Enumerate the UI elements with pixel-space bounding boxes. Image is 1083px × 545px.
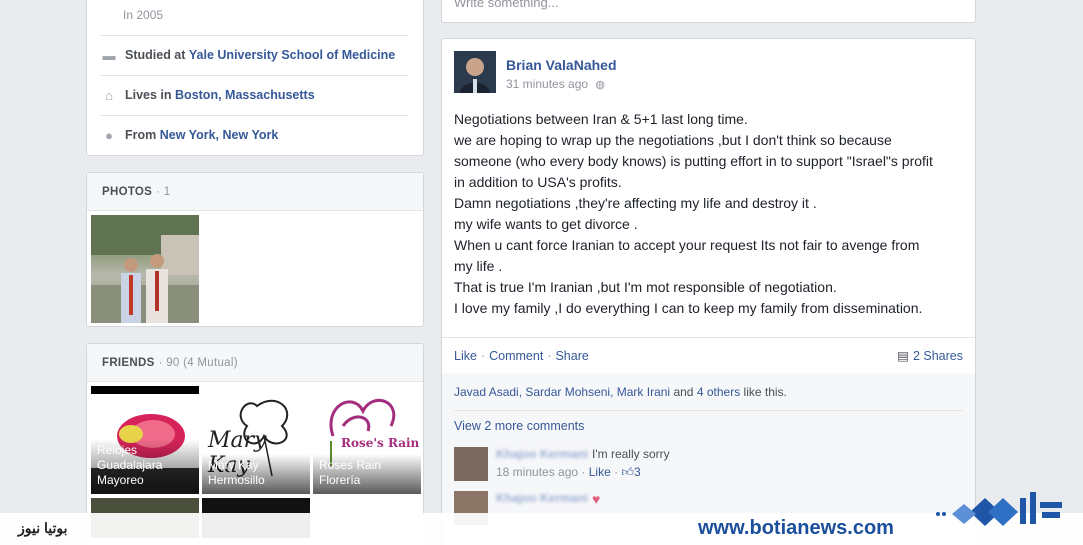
watermark-url: www.botianews.com <box>698 517 894 539</box>
comment-like-count[interactable]: 3 <box>634 465 641 479</box>
photos-header[interactable]: PHOTOS · 1 <box>87 173 423 211</box>
photo-thumbnail[interactable] <box>91 215 199 323</box>
post-line: my wife wants to get divorce . <box>454 216 638 232</box>
home-icon: ⌂ <box>105 87 113 103</box>
author-avatar[interactable] <box>454 51 496 93</box>
comment-text: I'm really sorry <box>592 447 670 461</box>
watermark-logo <box>936 492 1062 526</box>
composer-card: Write something... <box>441 0 976 23</box>
post-line: That is true I'm Iranian ,but I'm mot re… <box>454 279 837 295</box>
comment-item: Khajoo Kermani I'm really sorry 18 minut… <box>454 447 963 491</box>
about-education: ▬ Studied at Yale University School of M… <box>101 35 409 75</box>
post-line: I love my family ,I do everything I can … <box>454 300 923 316</box>
city-link[interactable]: Boston, Massachusetts <box>175 88 315 102</box>
roses-rain-logo-text: Rose's Rain <box>341 436 420 450</box>
post-line: my life . <box>454 258 503 274</box>
commenter-name[interactable]: Khajoo Kermani <box>496 447 588 461</box>
school-icon: ▬ <box>102 47 116 63</box>
commenter-avatar[interactable] <box>454 447 488 481</box>
photos-card: PHOTOS · 1 <box>86 172 424 327</box>
like-button[interactable]: Like <box>454 349 477 363</box>
post-card: Brian ValaNahed 31 minutes ago ◍ Negotia… <box>441 38 976 545</box>
thumbs-up-icon: 👍︎ <box>621 465 634 479</box>
about-hometown: ● From New York, New York <box>101 115 409 155</box>
post-line: Negotiations between Iran & 5+1 last lon… <box>454 111 748 127</box>
shares-count[interactable]: 2 Shares <box>913 349 963 363</box>
post-text: Negotiations between Iran & 5+1 last lon… <box>454 109 969 319</box>
composer-input[interactable]: Write something... <box>454 0 559 10</box>
friend-name: Mary Kay Hermosillo <box>202 454 310 494</box>
others-link[interactable]: 4 others <box>697 385 740 399</box>
friend-tile[interactable]: Rose's Rain Roses Rain Florería <box>313 386 421 494</box>
comment-button[interactable]: Comment <box>489 349 543 363</box>
commenter-name[interactable]: Khajoo Kermani <box>496 491 588 505</box>
post-line: we are hoping to wrap up the negotiation… <box>454 132 892 148</box>
watermark-bar: بوتیا نیوز www.botianews.com <box>0 513 1083 545</box>
friend-name: Relojes Guadalajara Mayoreo <box>91 439 199 494</box>
post-line: in addition to USA's profits. <box>454 174 622 190</box>
school-link[interactable]: Yale University School of Medicine <box>189 48 395 62</box>
watermark-persian: بوتیا نیوز <box>18 520 68 536</box>
likers-link[interactable]: Javad Asadi, Sardar Mohseni, Mark Irani <box>454 385 670 399</box>
comment-meta: 18 minutes ago · Like · 👍︎3 <box>496 465 641 479</box>
post-actions: Like · Comment · Share ▤ 2 Shares <box>442 337 975 373</box>
shares-icon: ▤ <box>897 349 909 363</box>
post-line: Damn negotiations ,they're affecting my … <box>454 195 817 211</box>
friend-name: Roses Rain Florería <box>313 454 421 494</box>
view-more-comments[interactable]: View 2 more comments <box>454 419 584 433</box>
location-pin-icon: ● <box>105 127 113 143</box>
work-year: In 2005 <box>123 8 164 22</box>
friend-tile[interactable]: Relojes Guadalajara Mayoreo <box>91 386 199 494</box>
globe-icon: ◍ <box>595 79 606 91</box>
intro-card: In 2005 ▬ Studied at Yale University Sch… <box>86 0 424 156</box>
author-name[interactable]: Brian ValaNahed <box>506 57 617 73</box>
heart-emoji: ♥ <box>592 491 601 507</box>
friend-tile[interactable]: Mary Kay Mary Kay Hermosillo <box>202 386 310 494</box>
post-line: When u cant force Iranian to accept your… <box>454 237 920 253</box>
friends-header[interactable]: FRIENDS · 90 (4 Mutual) <box>87 344 423 382</box>
share-button[interactable]: Share <box>555 349 588 363</box>
post-line: someone (who every body knows) is puttin… <box>454 153 933 169</box>
likes-summary: Javad Asadi, Sardar Mohseni, Mark Irani … <box>454 373 963 411</box>
hometown-link[interactable]: New York, New York <box>160 128 279 142</box>
post-timestamp[interactable]: 31 minutes ago ◍ <box>506 77 605 91</box>
comment-like-button[interactable]: Like <box>589 465 611 479</box>
about-residence: ⌂ Lives in Boston, Massachusetts <box>101 75 409 115</box>
